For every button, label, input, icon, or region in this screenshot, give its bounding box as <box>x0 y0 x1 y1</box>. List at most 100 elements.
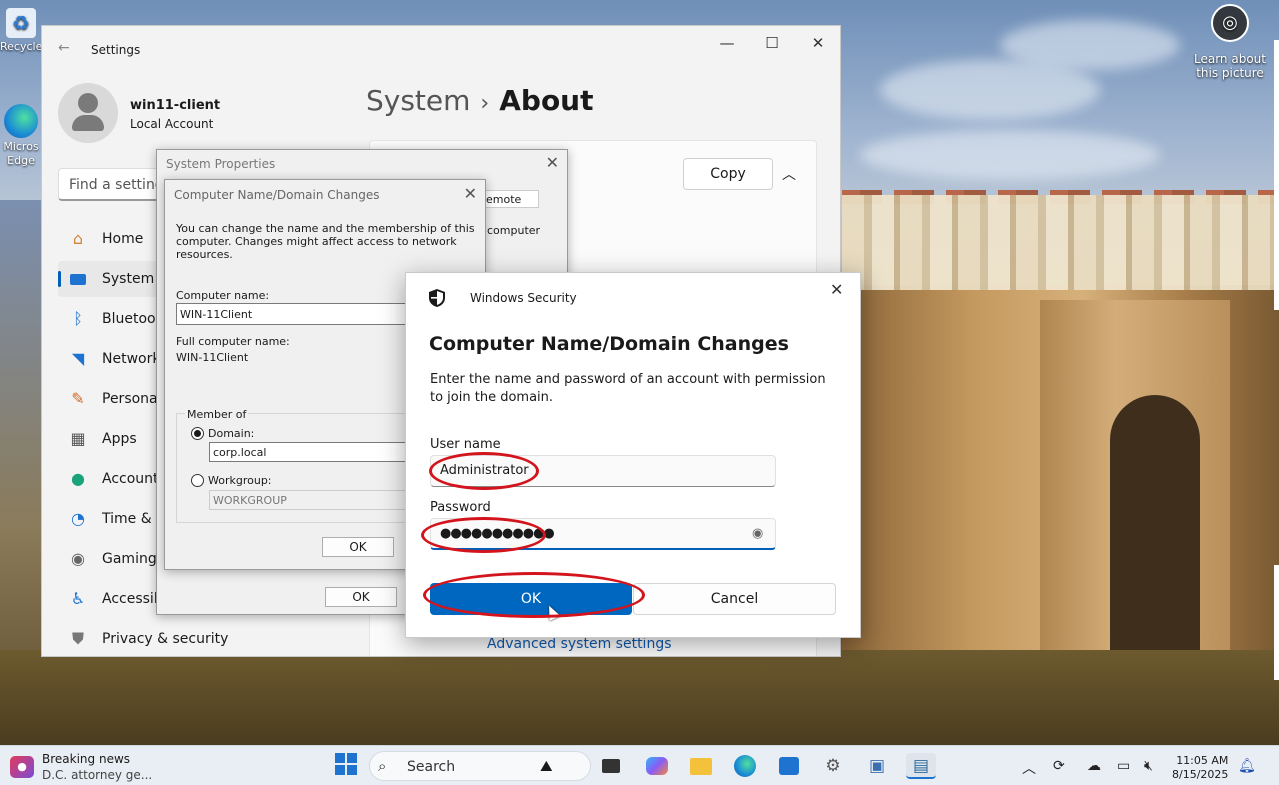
back-arrow-icon[interactable]: ← <box>58 40 70 56</box>
close-icon[interactable]: ✕ <box>464 184 477 203</box>
news-icon: ● <box>10 756 34 778</box>
page-title: About <box>499 84 594 117</box>
search-highlight-icon: ⛰ <box>540 757 553 775</box>
computer-name-label: Computer name: <box>176 289 270 302</box>
search-icon: ⌕ <box>378 757 387 775</box>
news-title: Breaking news <box>42 752 131 766</box>
title-bar: ← Settings — ☐ ✕ <box>42 26 840 74</box>
cloud-offline-icon[interactable]: ☁ <box>1087 758 1101 774</box>
advanced-system-settings-link[interactable]: Advanced system settings <box>487 636 672 652</box>
windows-security-dialog: Windows Security ✕ Computer Name/Domain … <box>405 272 861 638</box>
start-icon[interactable] <box>333 753 359 779</box>
nav-label: Network <box>102 351 161 367</box>
shield-icon: ⛊ <box>71 629 84 648</box>
network-status-icon[interactable]: ▭ <box>1117 758 1130 774</box>
time: 11:05 AM <box>1176 754 1229 767</box>
sync-icon[interactable]: ⟳ <box>1053 758 1065 774</box>
nav-label: Gaming <box>102 551 157 567</box>
chevron-up-icon[interactable]: ︿ <box>1022 758 1036 778</box>
password-label: Password <box>430 500 491 515</box>
avatar <box>58 83 118 143</box>
recycle-bin-icon: ♻ <box>6 8 36 38</box>
close-icon[interactable]: ✕ <box>546 153 559 172</box>
apps-icon: ▦ <box>70 429 86 448</box>
date: 8/15/2025 <box>1172 768 1229 781</box>
dialog-heading: Computer Name/Domain Changes <box>429 333 789 355</box>
ok-button[interactable]: OK <box>430 583 632 615</box>
cancel-button[interactable]: Cancel <box>633 583 836 615</box>
learn-about-picture-label: Learn about this picture <box>1194 52 1266 80</box>
clock[interactable]: 11:05 AM 8/15/2025 <box>1172 754 1228 782</box>
edge-icon[interactable] <box>732 753 758 779</box>
maximize-icon[interactable]: ☐ <box>757 34 787 52</box>
camera-icon: ◎ <box>1211 4 1249 42</box>
breadcrumb-parent[interactable]: System <box>366 84 470 117</box>
user-name: win11-client <box>130 98 221 113</box>
member-of-label: Member of <box>185 408 249 421</box>
nav-label: System <box>102 271 155 287</box>
tab-remote[interactable]: emote <box>479 190 539 208</box>
shield-icon <box>429 289 445 307</box>
notification-bell-icon[interactable]: 🔔︎ <box>1238 758 1256 774</box>
news-subtitle: D.C. attorney ge... <box>42 768 153 782</box>
edge-desktop-icon[interactable]: Micros Edge <box>0 104 42 168</box>
task-view-icon[interactable] <box>598 753 624 779</box>
workgroup-radio[interactable] <box>191 474 204 487</box>
nav-label: Home <box>102 231 144 247</box>
account-type: Local Account <box>130 117 214 131</box>
volume-muted-icon[interactable]: 🔇︎ <box>1144 758 1153 774</box>
minimize-icon[interactable]: — <box>712 34 742 52</box>
clock-icon: ◔ <box>71 509 85 528</box>
nav-item-privacy-security[interactable]: ⛊ Privacy & security <box>58 621 358 656</box>
gamepad-icon: ◉ <box>71 549 85 568</box>
accounts-icon: ● <box>71 469 85 488</box>
copy-button[interactable]: Copy <box>683 158 773 190</box>
text-fragment: computer <box>487 224 541 237</box>
network-connections-icon[interactable]: ▣ <box>864 753 890 779</box>
system-icon <box>68 269 88 289</box>
dialog-title: Windows Security <box>470 291 577 305</box>
dialog-title: System Properties <box>166 157 276 171</box>
taskbar: ● Breaking news D.C. attorney ge... ⌕ Se… <box>0 745 1279 785</box>
dialog-title: Computer Name/Domain Changes <box>174 188 380 202</box>
breadcrumb: System › About <box>366 84 594 117</box>
reveal-password-icon[interactable]: ◉ <box>752 526 763 541</box>
app-title: Settings <box>91 43 141 57</box>
full-computer-name-value: WIN-11Client <box>176 351 249 364</box>
nav-label: Privacy & security <box>102 631 229 647</box>
password-field[interactable]: ●●●●●●●●●●● <box>430 518 776 550</box>
ok-button[interactable]: OK <box>322 537 394 557</box>
dialog-instruction: Enter the name and password of an accoun… <box>430 372 826 405</box>
full-computer-name-label: Full computer name: <box>176 335 290 348</box>
taskbar-search[interactable]: ⌕ Search ⛰ <box>369 751 591 781</box>
chevron-right-icon: › <box>480 91 490 116</box>
nav-label: Apps <box>102 431 137 447</box>
chevron-up-icon[interactable]: ︿ <box>782 164 796 184</box>
accessibility-icon: ♿ <box>70 589 86 608</box>
background-window-fragment <box>1274 565 1279 680</box>
search-label: Search <box>407 759 456 775</box>
close-icon[interactable]: ✕ <box>830 280 843 299</box>
dialog-description: You can change the name and the membersh… <box>176 222 475 261</box>
desktop-icon-label: Recycle <box>0 40 43 53</box>
copilot-icon[interactable] <box>644 753 670 779</box>
file-explorer-icon[interactable] <box>688 753 714 779</box>
domain-label: Domain: <box>208 427 255 440</box>
edge-icon <box>4 104 38 138</box>
username-label: User name <box>430 437 501 452</box>
ok-button[interactable]: OK <box>325 587 397 607</box>
username-field[interactable]: Administrator <box>430 455 776 487</box>
background-window-fragment <box>1274 40 1279 310</box>
system-properties-taskbar-icon[interactable]: ▤ <box>906 753 936 779</box>
network-icon: ◥ <box>71 349 85 368</box>
settings-gear-icon[interactable]: ⚙ <box>820 753 846 779</box>
workgroup-label: Workgroup: <box>208 474 272 487</box>
store-icon[interactable] <box>776 753 802 779</box>
domain-radio[interactable] <box>191 427 204 440</box>
brush-icon: ✎ <box>71 389 85 408</box>
desktop-icon-label: Micros Edge <box>3 140 39 167</box>
learn-about-picture[interactable]: ◎ Learn about this picture <box>1192 4 1268 80</box>
recycle-bin-desktop-icon[interactable]: ♻ Recycle <box>0 8 42 53</box>
home-icon: ⌂ <box>72 229 84 248</box>
close-icon[interactable]: ✕ <box>803 34 833 52</box>
